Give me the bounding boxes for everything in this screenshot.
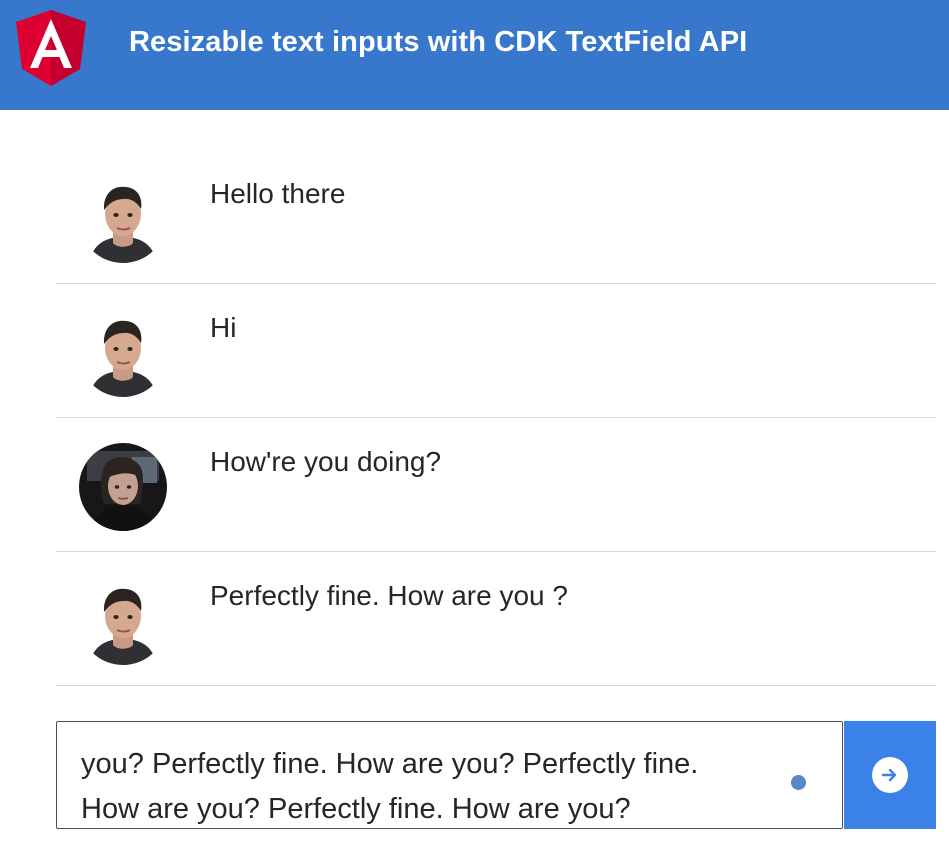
send-button[interactable] xyxy=(844,721,936,829)
angular-logo-icon xyxy=(16,10,86,86)
avatar xyxy=(79,443,167,531)
message-item: Perfectly fine. How are you ? xyxy=(56,552,936,686)
top-app-bar: Resizable text inputs with CDK TextField… xyxy=(0,0,949,110)
avatar xyxy=(79,175,167,263)
message-text: Perfectly fine. How are you ? xyxy=(210,580,568,611)
message-text: Hello there xyxy=(210,178,346,209)
chat-app: Resizable text inputs with CDK TextField… xyxy=(0,0,949,846)
message-item: Hello there xyxy=(56,150,936,284)
message-composer: you? Perfectly fine. How are you? Perfec… xyxy=(56,721,936,829)
message-item: Hi xyxy=(56,284,936,418)
message-item: How're you doing? xyxy=(56,418,936,552)
message-text: Hi xyxy=(210,312,237,343)
message-list: Hello there Hi How're you doing? Perfect… xyxy=(56,150,936,686)
resize-handle-icon[interactable] xyxy=(791,775,806,790)
arrow-right-circle-icon xyxy=(872,757,908,793)
avatar xyxy=(79,577,167,665)
message-input-text[interactable]: you? Perfectly fine. How are you? Perfec… xyxy=(81,742,781,828)
page-title: Resizable text inputs with CDK TextField… xyxy=(129,26,748,58)
message-text: How're you doing? xyxy=(210,446,442,477)
avatar xyxy=(79,309,167,397)
message-input[interactable]: you? Perfectly fine. How are you? Perfec… xyxy=(56,721,843,829)
